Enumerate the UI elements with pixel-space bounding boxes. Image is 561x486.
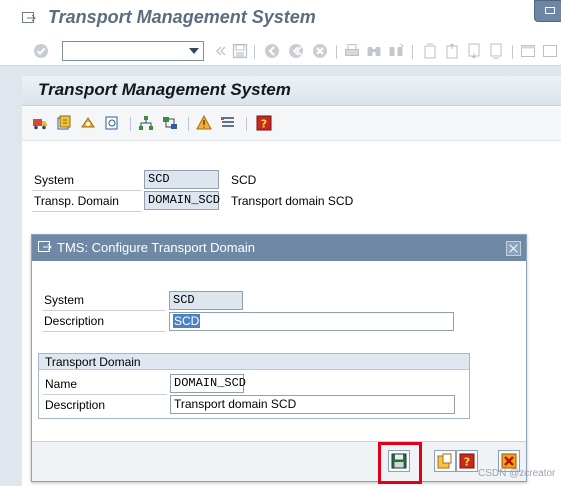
new-document-icon — [437, 453, 452, 469]
dialog-description-label: Description — [44, 314, 105, 328]
hierarchy-icon[interactable] — [138, 115, 154, 131]
svg-text:?: ? — [261, 118, 267, 131]
system-toolbar — [0, 36, 561, 66]
separator — [512, 45, 513, 59]
exit-icon[interactable] — [288, 43, 304, 59]
command-input[interactable] — [63, 42, 185, 60]
previous-page-icon[interactable] — [444, 43, 460, 59]
configuration-icon[interactable] — [162, 115, 178, 131]
svg-text:?: ? — [464, 456, 470, 469]
system-field: SCD — [144, 170, 219, 189]
name-field[interactable]: DOMAIN_SCD — [170, 374, 246, 393]
dialog-footer: ? — [32, 441, 526, 484]
name-label: Name — [45, 377, 78, 391]
chevron-down-icon[interactable] — [189, 48, 199, 54]
separator — [412, 45, 413, 59]
layout-icon[interactable] — [542, 43, 558, 59]
dialog-system-field: SCD — [169, 291, 243, 310]
transport-domain-label: Transp. Domain — [34, 194, 119, 208]
find-icon[interactable] — [366, 43, 382, 59]
truck-icon[interactable] — [32, 115, 48, 131]
find-next-icon[interactable] — [388, 43, 404, 59]
row-divider — [42, 310, 166, 311]
dialog-title: TMS: Configure Transport Domain — [57, 240, 255, 255]
first-page-icon[interactable] — [422, 43, 438, 59]
separator — [188, 117, 189, 131]
separator — [130, 117, 131, 131]
print-icon[interactable] — [344, 43, 360, 59]
domain-description-label: Description — [45, 398, 106, 412]
minimize-button[interactable] — [534, 0, 561, 22]
cancel-icon — [501, 453, 517, 469]
transport-domain-description: Transport domain SCD — [231, 194, 354, 208]
save-button-highlight — [378, 442, 422, 484]
transport-domain-group: Transport Domain Name DOMAIN_SCD Descrip… — [38, 353, 470, 419]
menu-icon[interactable] — [22, 12, 36, 24]
help-icon: ? — [459, 453, 475, 469]
dialog-system-label: System — [44, 293, 85, 307]
help-button[interactable]: ? — [456, 450, 478, 472]
configure-domain-dialog: TMS: Configure Transport Domain System S… — [31, 234, 527, 484]
command-field[interactable] — [62, 41, 204, 61]
close-icon[interactable] — [506, 241, 521, 256]
panel-title-bar: Transport Management System — [22, 76, 561, 106]
cancel-icon[interactable] — [312, 43, 328, 59]
next-page-icon[interactable] — [466, 43, 482, 59]
description-input[interactable]: SCD — [169, 312, 454, 331]
list-icon[interactable] — [220, 115, 236, 131]
row-divider — [43, 394, 167, 395]
row-divider — [42, 331, 166, 332]
transport-routes-icon[interactable] — [80, 115, 96, 131]
watermark: CSDN @zcreator — [478, 468, 556, 479]
row-divider — [32, 190, 142, 191]
window-title-bar: Transport Management System — [0, 0, 561, 36]
check-icon[interactable] — [33, 43, 49, 59]
window-title: Transport Management System — [48, 7, 316, 27]
create-session-icon[interactable] — [520, 43, 536, 59]
overview-icon[interactable] — [104, 115, 120, 131]
application-toolbar: ? — [22, 107, 561, 141]
dialog-menu-icon[interactable] — [38, 241, 52, 253]
system-label: System — [34, 173, 75, 187]
separator — [254, 45, 255, 59]
row-divider — [32, 211, 142, 212]
domain-description-input[interactable]: Transport domain SCD — [170, 395, 455, 414]
dialog-title-bar[interactable]: TMS: Configure Transport Domain — [32, 235, 526, 261]
help-icon[interactable]: ? — [256, 115, 272, 131]
new-entry-button[interactable] — [434, 450, 456, 472]
alert-icon[interactable] — [196, 115, 212, 131]
system-description: SCD — [231, 173, 257, 187]
separator — [246, 117, 247, 131]
group-title: Transport Domain — [45, 355, 141, 369]
window-icon — [545, 7, 555, 14]
last-page-icon[interactable] — [488, 43, 504, 59]
page-title: Transport Management System — [38, 80, 291, 99]
save-icon[interactable] — [232, 43, 248, 59]
group-header: Transport Domain — [39, 354, 469, 370]
separator — [336, 45, 337, 59]
transport-domain-field: DOMAIN_SCD — [144, 191, 220, 210]
import-queue-icon[interactable] — [56, 115, 72, 131]
description-value: SCD — [173, 314, 201, 328]
back-icon[interactable] — [264, 43, 280, 59]
back-double-icon[interactable] — [212, 43, 228, 59]
